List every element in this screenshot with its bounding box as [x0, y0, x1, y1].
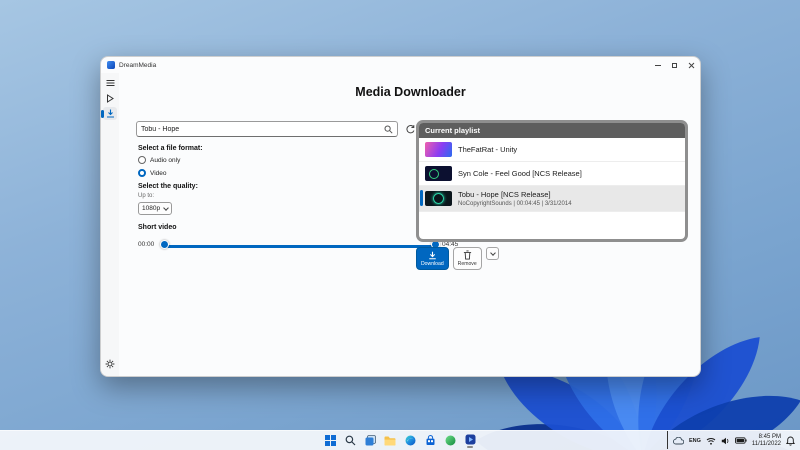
download-button[interactable]: Download: [416, 247, 449, 270]
clock[interactable]: 8:45 PM 11/11/2022: [752, 434, 781, 448]
download-icon: [429, 251, 436, 259]
menu-button[interactable]: [103, 76, 117, 89]
remove-button[interactable]: Remove: [453, 247, 482, 270]
system-tray: ENG 8:45 PM 11/11/2022: [666, 430, 795, 450]
volume-icon[interactable]: [721, 437, 730, 445]
cloud-icon[interactable]: [672, 436, 684, 445]
taskbar-app-green[interactable]: [443, 433, 458, 448]
task-view-icon: [365, 435, 376, 446]
playlist-item-title: Tobu - Hope [NCS Release]: [458, 190, 551, 199]
more-options-button[interactable]: [486, 247, 499, 260]
settings-button[interactable]: [103, 357, 117, 370]
radio-audio-circle: [138, 156, 146, 164]
trim-start-value: 00:00: [138, 241, 155, 248]
video-thumbnail: [425, 166, 452, 181]
running-indicator: [467, 445, 473, 448]
folder-icon: [384, 436, 396, 446]
desktop: DreamMedia Media Downloader Tobu - Hope …: [0, 0, 800, 450]
edge-button[interactable]: [403, 433, 418, 448]
playlist-item[interactable]: TheFatRat - Unity: [419, 138, 685, 162]
playlist-item[interactable]: Syn Cole - Feel Good [NCS Release]: [419, 162, 685, 186]
app-icon: [107, 61, 115, 69]
chevron-down-icon: [163, 204, 169, 211]
playlist-item-selected[interactable]: Tobu - Hope [NCS Release] NoCopyrightSou…: [419, 186, 685, 212]
chevron-down-icon: [489, 249, 496, 256]
trim-slider-track[interactable]: [164, 245, 437, 248]
maximize-icon: [672, 62, 677, 68]
wifi-icon[interactable]: [706, 437, 716, 445]
media-app-icon: [465, 434, 475, 444]
close-icon: [688, 62, 695, 68]
language-indicator[interactable]: ENG: [689, 438, 701, 444]
tray-chevron-button[interactable]: [666, 430, 668, 450]
radio-video-circle: [138, 169, 146, 177]
maximize-button[interactable]: [666, 57, 683, 73]
taskbar: ENG 8:45 PM 11/11/2022: [0, 430, 800, 450]
quality-sublabel: Up to:: [138, 193, 155, 199]
quality-value: 1080p: [142, 205, 161, 212]
trim-label: Short video: [138, 224, 177, 231]
sidebar-item-downloader[interactable]: [101, 107, 117, 120]
battery-icon[interactable]: [734, 437, 747, 444]
store-button[interactable]: [423, 433, 438, 448]
task-view-button[interactable]: [363, 433, 378, 448]
format-label: Select a file format:: [138, 145, 203, 152]
hamburger-icon: [106, 79, 114, 86]
taskbar-search-button[interactable]: [343, 433, 358, 448]
search-icon: [345, 435, 355, 446]
play-icon: [107, 94, 114, 103]
search-box: [136, 121, 398, 137]
sidebar: [101, 73, 119, 376]
titlebar[interactable]: DreamMedia: [101, 57, 700, 73]
sidebar-item-player[interactable]: [103, 92, 117, 105]
playlist-header: Current playlist: [419, 123, 685, 138]
green-app-icon: [445, 435, 455, 446]
refresh-icon: [406, 125, 415, 134]
gear-icon: [105, 359, 115, 368]
selection-indicator: [420, 190, 423, 207]
taskbar-app-media[interactable]: [463, 433, 478, 448]
start-button[interactable]: [323, 433, 338, 448]
search-input[interactable]: [137, 125, 384, 133]
download-icon: [106, 109, 114, 118]
playlist-item-title: TheFatRat - Unity: [458, 145, 518, 154]
video-thumbnail: [425, 190, 452, 206]
quality-dropdown[interactable]: 1080p: [138, 202, 172, 215]
radio-video-label: Video: [150, 169, 167, 177]
minimize-button[interactable]: [649, 57, 666, 73]
download-button-label: Download: [421, 260, 444, 267]
playlist-item-title: Syn Cole - Feel Good [NCS Release]: [458, 169, 582, 178]
remove-button-label: Remove: [458, 261, 477, 267]
playlist-panel: Current playlist TheFatRat - Unity Syn C…: [416, 120, 688, 242]
close-button[interactable]: [683, 57, 700, 73]
minimize-icon: [654, 64, 661, 66]
chevron-up-icon: [666, 430, 668, 449]
playlist-item-subtitle: NoCopyrightSounds | 00:04:45 | 3/31/2014: [458, 200, 572, 207]
search-icon: [384, 125, 393, 134]
window-title: DreamMedia: [119, 61, 157, 69]
video-thumbnail: [425, 142, 452, 157]
window-controls: [649, 57, 700, 73]
notification-bell-icon[interactable]: [786, 436, 795, 446]
page-title: Media Downloader: [355, 85, 466, 99]
slider-handle-start[interactable]: [160, 240, 169, 249]
tray-time: 8:45 PM: [758, 433, 781, 440]
radio-audio-label: Audio only: [150, 156, 181, 164]
radio-video[interactable]: Video: [138, 169, 167, 177]
app-window: DreamMedia Media Downloader Tobu - Hope …: [100, 56, 701, 377]
edge-icon: [405, 435, 415, 446]
store-icon: [426, 435, 434, 445]
quality-label: Select the quality:: [138, 183, 198, 190]
radio-audio-only[interactable]: Audio only: [138, 156, 180, 164]
tray-date: 11/11/2022: [751, 440, 781, 447]
file-explorer-button[interactable]: [383, 433, 398, 448]
trash-icon: [463, 250, 472, 260]
windows-logo-icon: [324, 435, 336, 446]
